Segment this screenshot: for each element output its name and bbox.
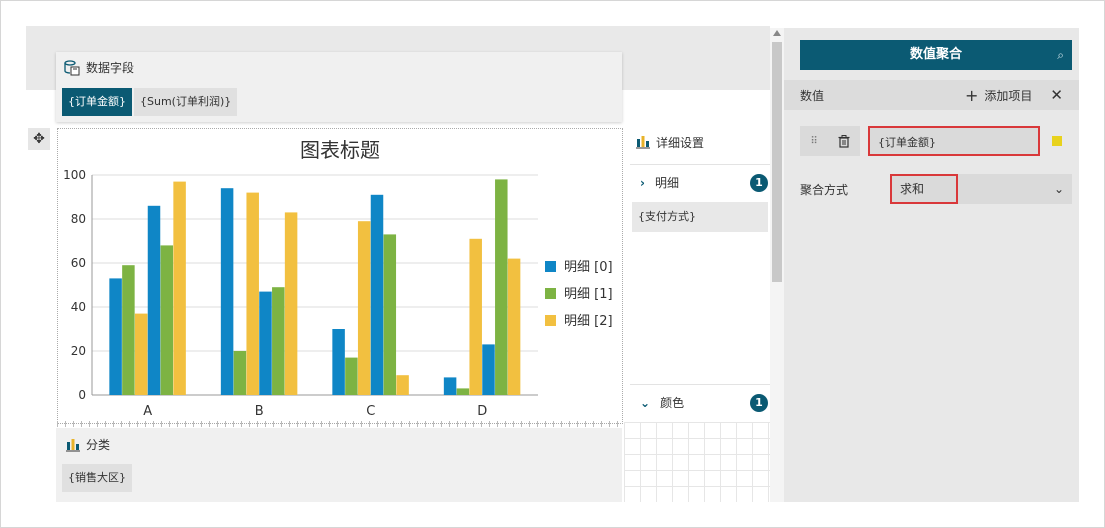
panel-title: 数值聚合 [909, 47, 962, 62]
vertical-scrollbar[interactable] [770, 28, 784, 502]
x-tick-label: A [143, 404, 152, 419]
plus-icon: + [965, 85, 979, 105]
bar [109, 278, 122, 395]
bar [122, 265, 135, 395]
bar [220, 188, 234, 395]
bar [507, 258, 521, 395]
field-chip-order-amount[interactable]: {订单金额} [62, 88, 132, 116]
bar-chart-icon [636, 136, 650, 149]
add-item-button[interactable]: + 添加项目 [965, 86, 1032, 105]
bar [383, 234, 397, 395]
bar [259, 291, 272, 395]
bar [495, 179, 508, 395]
detail-settings-header: 详细设置 [630, 128, 770, 156]
detail-chip-payment[interactable]: {支付方式} [632, 202, 768, 232]
y-tick-label: 20 [71, 344, 86, 358]
bar [272, 287, 285, 395]
y-tick-label: 40 [71, 300, 86, 314]
scroll-up-icon[interactable] [773, 30, 781, 36]
data-fields-panel: 数据字段 {订单金额} {Sum(订单利润)} [56, 52, 622, 122]
move-icon[interactable]: ✥ [28, 128, 50, 150]
bar [370, 194, 384, 395]
category-title: 分类 [86, 438, 111, 452]
database-icon [64, 59, 80, 75]
detail-section-toggle[interactable]: › 明细 1 [630, 164, 770, 200]
bar [134, 313, 148, 395]
detail-section-label: 明细 [654, 176, 679, 190]
detail-settings-title: 详细设置 [656, 135, 705, 150]
bar [233, 351, 247, 395]
scrollbar-thumb[interactable] [772, 42, 782, 282]
y-tick-label: 80 [71, 212, 86, 226]
ruler [57, 421, 623, 427]
bar [469, 238, 482, 395]
legend-label: 明细 [1] [564, 287, 613, 302]
x-tick-label: B [255, 404, 264, 419]
canvas-grid [624, 422, 770, 502]
x-tick-label: C [366, 404, 375, 419]
bar [443, 377, 457, 395]
category-panel: 分类 {销售大区} [56, 428, 622, 502]
data-fields-header: 数据字段 [64, 59, 134, 76]
bar [160, 245, 174, 395]
values-header: 数值 + 添加项目 ✕ [784, 80, 1079, 110]
value-color-swatch[interactable] [1052, 136, 1062, 146]
value-aggregation-panel: 数值聚合 ⌕ 数值 + 添加项目 ✕ ⠿ {订单金额} 聚合方式 求和 ⌄ [784, 28, 1079, 502]
chart-title: 图表标题 [300, 139, 380, 162]
bar [173, 181, 186, 395]
legend-label: 明细 [0] [564, 260, 613, 275]
chevron-down-icon: ⌄ [640, 395, 651, 410]
category-chip-region[interactable]: {销售大区} [62, 464, 132, 492]
add-item-label: 添加项目 [984, 88, 1033, 103]
data-fields-title: 数据字段 [86, 61, 135, 75]
y-tick-label: 60 [71, 256, 86, 270]
close-icon[interactable]: ✕ [1050, 86, 1063, 104]
trash-icon[interactable] [838, 134, 850, 148]
bar [284, 212, 298, 395]
search-icon[interactable]: ⌕ [1057, 40, 1064, 70]
x-tick-label: D [477, 404, 487, 419]
legend-swatch [545, 288, 556, 299]
color-count-badge: 1 [750, 394, 768, 412]
aggregation-label: 聚合方式 [800, 182, 849, 197]
bar [357, 221, 371, 395]
bar [456, 388, 470, 395]
legend-swatch [545, 261, 556, 272]
chevron-down-icon: ⌄ [1053, 182, 1064, 196]
detail-count-badge: 1 [750, 174, 768, 192]
bar [482, 344, 495, 395]
y-tick-label: 100 [63, 168, 86, 182]
value-item-field[interactable]: {订单金额} [868, 126, 1040, 156]
aggregation-value: 求和 [890, 174, 958, 204]
bar-chart-icon [66, 438, 80, 451]
aggregation-row: 聚合方式 求和 ⌄ [800, 174, 1072, 204]
legend-swatch [545, 315, 556, 326]
value-item-row: ⠿ {订单金额} [800, 126, 1072, 156]
y-tick-label: 0 [78, 388, 86, 402]
bar [332, 329, 345, 395]
bar-chart: 图表标题 0 20 40 60 80 100 A B C D 明细 [0] 明细 [1] 明细 [2] [63, 139, 613, 419]
bar [345, 357, 358, 395]
panel-title-bar: 数值聚合 ⌕ [800, 40, 1072, 70]
field-chip-sum-profit[interactable]: {Sum(订单利润)} [134, 88, 238, 116]
chart-container[interactable]: 图表标题 0 20 40 60 80 100 A B C D 明细 [0] 明细 [1] 明细 [2] [57, 128, 623, 424]
values-label: 数值 [800, 88, 825, 103]
bar [147, 205, 161, 395]
value-item-controls: ⠿ [800, 126, 860, 156]
aggregation-select[interactable]: 求和 ⌄ [890, 174, 1072, 204]
bar [396, 375, 409, 395]
drag-handle-icon[interactable]: ⠿ [810, 136, 817, 147]
color-section-label: 颜色 [660, 396, 685, 410]
chevron-right-icon: › [640, 175, 645, 190]
legend-label: 明细 [2] [564, 314, 613, 329]
color-section-toggle[interactable]: ⌄ 颜色 1 [630, 384, 770, 420]
bar [246, 192, 259, 395]
category-header: 分类 [66, 436, 110, 453]
